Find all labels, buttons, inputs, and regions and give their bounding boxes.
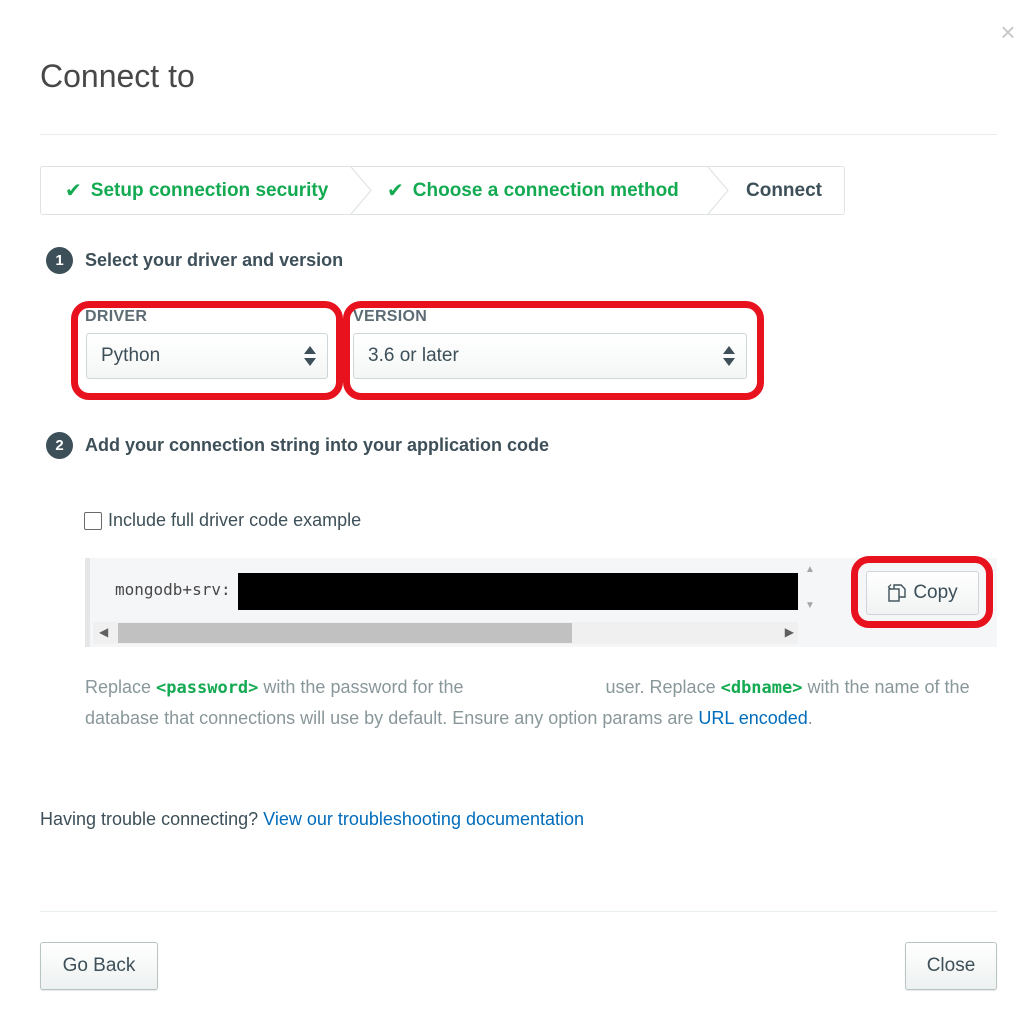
checkbox-label[interactable]: Include full driver code example: [108, 510, 361, 531]
section-heading-text: Select your driver and version: [85, 250, 344, 270]
include-driver-code-checkbox[interactable]: [84, 511, 102, 530]
scroll-up-icon[interactable]: ▲: [805, 564, 815, 575]
help-text: Replace: [85, 677, 157, 697]
driver-select-value: Python: [101, 345, 161, 366]
redacted-region: [238, 573, 798, 610]
step-number-badge: 1: [46, 247, 73, 274]
driver-select[interactable]: Python: [86, 333, 328, 379]
step-setup-security[interactable]: ✔ Setup connection security: [41, 167, 372, 214]
scrollbar-thumb[interactable]: [118, 623, 572, 643]
section-connection-string-heading: 2 Add your connection string into your a…: [46, 432, 549, 459]
step-number-badge: 2: [46, 432, 73, 459]
help-text: with the password for the: [258, 677, 469, 697]
chevron-separator-icon: [350, 167, 372, 214]
troubleshooting-row: Having trouble connecting? View our trou…: [40, 809, 584, 830]
step-connect[interactable]: Connect: [718, 167, 844, 214]
footer-divider: [40, 911, 997, 912]
close-button[interactable]: Close: [905, 942, 997, 990]
version-label: VERSION: [353, 308, 428, 325]
help-text: user. Replace: [600, 677, 721, 697]
horizontal-scrollbar[interactable]: ◀ ▶: [93, 622, 798, 644]
url-encoded-link[interactable]: URL encoded: [698, 708, 807, 728]
copy-button-label: Copy: [913, 582, 958, 603]
dbname-token: <dbname>: [720, 678, 803, 698]
version-select[interactable]: 3.6 or later: [353, 333, 747, 379]
connection-string-text[interactable]: mongodb+srv:: [115, 580, 231, 599]
scroll-right-icon[interactable]: ▶: [785, 625, 794, 639]
step-label: Choose a connection method: [412, 179, 679, 201]
close-icon[interactable]: ×: [996, 19, 1020, 45]
scroll-left-icon[interactable]: ◀: [99, 625, 108, 639]
step-connection-method[interactable]: ✔ Choose a connection method: [361, 167, 729, 214]
troubleshooting-text: Having trouble connecting?: [40, 809, 264, 829]
select-arrows-icon: [304, 346, 316, 366]
modal-title: Connect to: [40, 58, 195, 94]
step-label: Connect: [746, 179, 822, 201]
include-driver-code-option: Include full driver code example: [84, 510, 361, 531]
copy-icon: [887, 584, 907, 602]
step-label: Setup connection security: [90, 179, 329, 201]
header-divider: [40, 134, 997, 135]
troubleshooting-link[interactable]: View our troubleshooting documentation: [263, 809, 584, 829]
chevron-separator-icon: [707, 167, 729, 214]
checkmark-icon: ✔: [65, 180, 82, 202]
copy-button[interactable]: Copy: [866, 571, 979, 615]
step-breadcrumb: ✔ Setup connection security ✔ Choose a c…: [40, 166, 845, 215]
section-heading-text: Add your connection string into your app…: [85, 435, 550, 455]
connection-help-text: Replace <password> with the password for…: [85, 672, 980, 733]
section-driver-heading: 1 Select your driver and version: [46, 247, 343, 274]
help-text: .: [807, 708, 813, 728]
select-arrows-icon: [723, 346, 735, 366]
password-token: <password>: [156, 678, 259, 698]
vertical-scrollbar[interactable]: ▲ ▼: [798, 558, 822, 618]
checkmark-icon: ✔: [387, 180, 404, 202]
connection-string-box[interactable]: mongodb+srv: ▲ ▼ ◀ ▶: [85, 558, 997, 647]
driver-label: DRIVER: [85, 308, 148, 325]
version-select-value: 3.6 or later: [368, 345, 459, 366]
go-back-button[interactable]: Go Back: [40, 942, 158, 990]
scroll-down-icon[interactable]: ▼: [805, 600, 815, 611]
